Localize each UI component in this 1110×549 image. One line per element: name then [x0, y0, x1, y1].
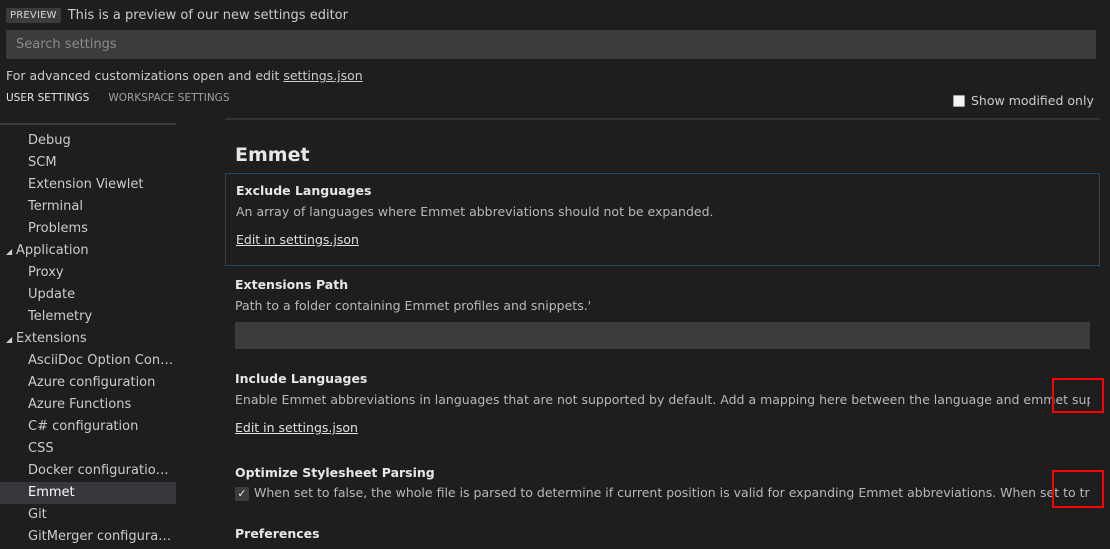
setting-preferences: Preferences: [225, 526, 1100, 541]
toc-item-proxy[interactable]: Proxy: [0, 262, 176, 284]
toc-label: Proxy: [28, 265, 64, 280]
toc-item-update[interactable]: Update: [0, 284, 176, 306]
toc-label: Debug: [28, 133, 71, 148]
toc-item-terminal[interactable]: Terminal: [0, 196, 176, 218]
toc-label: Azure configuration: [28, 375, 156, 390]
toc-item-gitmerger[interactable]: GitMerger configuration: [0, 526, 176, 548]
toc-item-git[interactable]: Git: [0, 504, 176, 526]
toc-label: Git: [28, 507, 47, 522]
expanded-triangle-icon: ◢: [6, 247, 13, 256]
toc-label: Terminal: [28, 199, 83, 214]
highlight-box: [1052, 378, 1104, 413]
toc-item-azure-configuration[interactable]: Azure configuration: [0, 372, 176, 394]
edit-in-settings-json-link[interactable]: Edit in settings.json: [236, 232, 359, 247]
search-input[interactable]: [6, 30, 1096, 59]
toc-item-csharp-configuration[interactable]: C# configuration: [0, 416, 176, 438]
toc-item-telemetry[interactable]: Telemetry: [0, 306, 176, 328]
toc-item-azure-functions[interactable]: Azure Functions: [0, 394, 176, 416]
toc-item-docker[interactable]: Docker configuration op...: [0, 460, 176, 482]
toc-item-emmet[interactable]: Emmet: [0, 482, 176, 504]
setting-exclude-languages[interactable]: Exclude Languages An array of languages …: [225, 173, 1100, 266]
preview-text: This is a preview of our new settings ed…: [67, 7, 348, 23]
setting-title: Exclude Languages: [236, 183, 372, 198]
toc-label: Problems: [28, 221, 88, 236]
tab-user-settings[interactable]: USER SETTINGS: [6, 92, 89, 104]
toc-item-extension-viewlet[interactable]: Extension Viewlet: [0, 174, 176, 196]
toc-label: Azure Functions: [28, 397, 132, 412]
show-modified-label: Show modified only: [971, 93, 1094, 108]
toc-group-extensions[interactable]: ◢ Extensions: [0, 328, 176, 350]
toc-label: GitMerger configuration: [28, 529, 176, 544]
settings-json-link[interactable]: settings.json: [283, 68, 362, 83]
toc-item-debug[interactable]: Debug: [0, 130, 176, 152]
toc-label: CSS: [28, 441, 54, 456]
toc-label: Update: [28, 287, 76, 302]
section-title: Emmet: [235, 144, 310, 166]
highlight-box: [1052, 470, 1104, 508]
tab-workspace-settings[interactable]: WORKSPACE SETTINGS: [108, 92, 229, 104]
setting-title: Extensions Path: [235, 277, 349, 292]
toc-item-css[interactable]: CSS: [0, 438, 176, 460]
setting-include-languages: Include Languages Enable Emmet abbreviat…: [225, 371, 1100, 436]
setting-description: Path to a folder containing Emmet profil…: [235, 298, 592, 313]
toc-label: AsciiDoc Option Configu...: [28, 353, 176, 368]
advanced-customization-text: For advanced customizations open and edi…: [6, 68, 363, 83]
toc-label: Application: [16, 243, 89, 258]
toc-item-problems[interactable]: Problems: [0, 218, 176, 240]
show-modified-only[interactable]: Show modified only: [953, 93, 1094, 108]
toc-item-asciidoc[interactable]: AsciiDoc Option Configu...: [0, 350, 176, 372]
toc-group-application[interactable]: ◢ Application: [0, 240, 176, 262]
toc-label: Extensions: [16, 331, 87, 346]
setting-optimize-stylesheet-parsing: Optimize Stylesheet Parsing ✓ When set to…: [225, 465, 1100, 501]
setting-description: Enable Emmet abbreviations in languages …: [235, 392, 1090, 407]
expanded-triangle-icon: ◢: [6, 335, 13, 344]
setting-description: An array of languages where Emmet abbrev…: [236, 204, 714, 219]
setting-extensions-path: Extensions Path Path to a folder contain…: [225, 277, 1100, 349]
toc-label: C# configuration: [28, 419, 139, 434]
preview-bar: PREVIEW This is a preview of our new set…: [6, 6, 348, 24]
toc-item-scm[interactable]: SCM: [0, 152, 176, 174]
toc-label: Emmet: [28, 485, 75, 500]
edit-in-settings-json-link[interactable]: Edit in settings.json: [235, 420, 358, 435]
header-divider: [225, 118, 1100, 120]
toc-label: Docker configuration op...: [28, 463, 176, 478]
settings-tabs: USER SETTINGS WORKSPACE SETTINGS: [6, 92, 229, 104]
settings-toc: Debug SCM Extension Viewlet Terminal Pro…: [0, 130, 176, 548]
setting-description: When set to false, the whole file is par…: [254, 485, 1090, 500]
tab-underline: [0, 123, 176, 125]
setting-title: Optimize Stylesheet Parsing: [235, 465, 435, 480]
toc-label: SCM: [28, 155, 57, 170]
setting-title: Preferences: [235, 526, 320, 541]
toc-label: Telemetry: [28, 309, 93, 324]
checkmark-icon[interactable]: ✓: [235, 486, 249, 501]
setting-description-row: ✓ When set to false, the whole file is pa…: [235, 485, 1090, 501]
preview-badge: PREVIEW: [6, 7, 61, 23]
extensions-path-input[interactable]: [235, 322, 1090, 349]
toc-label: Extension Viewlet: [28, 177, 144, 192]
setting-title: Include Languages: [235, 371, 368, 386]
advanced-prefix: For advanced customizations open and edi…: [6, 68, 284, 83]
show-modified-checkbox[interactable]: [953, 94, 965, 107]
